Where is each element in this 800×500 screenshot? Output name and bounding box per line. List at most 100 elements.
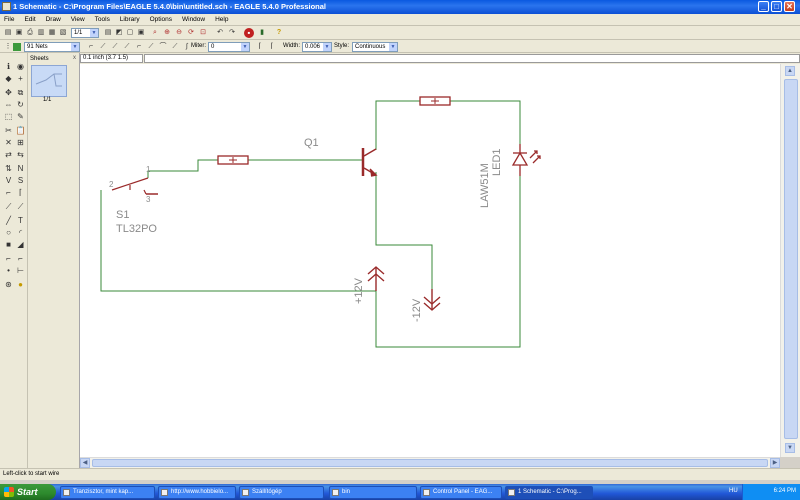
miter-tool-icon[interactable]: ⌈ — [15, 187, 26, 198]
menu-help[interactable]: Help — [211, 14, 232, 23]
menu-view[interactable]: View — [67, 14, 89, 23]
copy-icon[interactable]: ⧉ — [15, 87, 26, 98]
bend-style-5-icon[interactable]: ⟋ — [146, 42, 156, 52]
miter-round-icon[interactable]: ⌈ — [255, 42, 265, 52]
horizontal-scroll-thumb[interactable] — [92, 459, 768, 467]
zoom-out-icon[interactable]: ⊖ — [174, 28, 184, 38]
rotate-icon[interactable]: ↻ — [15, 99, 26, 110]
switch-s1[interactable] — [111, 177, 158, 195]
print-icon[interactable]: ⎙ — [25, 28, 35, 38]
split-icon[interactable]: ⌐ — [3, 187, 14, 198]
scroll-up-icon[interactable]: ▲ — [785, 66, 795, 76]
info-icon[interactable]: ℹ — [3, 61, 14, 72]
sheets-close-icon[interactable]: x — [73, 55, 76, 61]
invoke-icon[interactable]: ⟋ — [3, 201, 14, 212]
wire-icon[interactable]: ╱ — [3, 215, 14, 226]
grid-icon[interactable]: ⋮ — [3, 42, 13, 52]
task-item[interactable]: http://www.hobbielo... — [158, 486, 236, 499]
start-button[interactable]: Start — [0, 484, 56, 500]
stop-icon[interactable]: ■ — [244, 28, 254, 38]
erc-check-icon[interactable]: ⊛ — [3, 279, 14, 290]
paste-icon[interactable]: 📋 — [15, 125, 26, 136]
script-icon[interactable]: ▧ — [58, 28, 68, 38]
miter-straight-icon[interactable]: ⌈ — [267, 42, 277, 52]
text-icon[interactable]: T — [15, 215, 26, 226]
schematic-canvas[interactable]: Q1 S1 TL32PO 1 2 3 LED1 LAW51M +12V -12V — [80, 64, 780, 457]
move-icon[interactable]: ✥ — [3, 87, 14, 98]
minimize-button[interactable]: _ — [758, 1, 769, 12]
language-indicator[interactable]: HU — [729, 488, 738, 494]
optimize-icon[interactable]: ⟋ — [15, 201, 26, 212]
zoom-fit-icon[interactable]: ⌕ — [150, 28, 160, 38]
task-item[interactable]: Szállítógép — [239, 486, 324, 499]
mirror-icon[interactable]: ⇔ — [3, 99, 14, 110]
transistor-q1[interactable] — [361, 148, 378, 177]
task-item[interactable]: Control Panel - EAG... — [420, 486, 502, 499]
redraw-icon[interactable]: ⟳ — [186, 28, 196, 38]
horizontal-scrollbar[interactable]: ◀ ▶ — [80, 457, 780, 468]
menu-tools[interactable]: Tools — [91, 14, 114, 23]
scroll-left-icon[interactable]: ◀ — [80, 458, 90, 468]
bend-style-0-icon[interactable]: ⌐ — [86, 42, 96, 52]
bus-icon[interactable]: ⌐ — [3, 253, 14, 264]
supply-minus12v[interactable] — [423, 289, 441, 311]
errors-icon[interactable]: ● — [15, 279, 26, 290]
vertical-scrollbar[interactable]: ▲ ▼ — [780, 64, 800, 457]
menu-library[interactable]: Library — [116, 14, 144, 23]
menu-edit[interactable]: Edit — [20, 14, 39, 23]
task-item[interactable]: Tranzisztor, mint kap... — [60, 486, 155, 499]
display-icon[interactable]: ◆ — [3, 73, 14, 84]
bend-style-3-icon[interactable]: ⟋ — [122, 42, 132, 52]
sheet-thumbnail[interactable] — [31, 65, 67, 97]
replace-icon[interactable]: ⇅ — [3, 163, 14, 174]
pinswap-icon[interactable]: ⇄ — [3, 149, 14, 160]
scroll-right-icon[interactable]: ▶ — [770, 458, 780, 468]
board-icon[interactable]: ▦ — [47, 28, 57, 38]
delete-icon[interactable]: ✕ — [3, 137, 14, 148]
gateswap-icon[interactable]: ⇆ — [15, 149, 26, 160]
name-icon[interactable]: N — [15, 163, 26, 174]
bend-style-4-icon[interactable]: ⌐ — [134, 42, 144, 52]
save-icon[interactable]: ▣ — [14, 28, 24, 38]
show-icon[interactable]: ◉ — [15, 61, 26, 72]
ulp-icon[interactable]: ▢ — [125, 28, 135, 38]
sheet-select[interactable]: 1/1 ▼ — [71, 28, 99, 38]
bend-style-2-icon[interactable]: ⟋ — [110, 42, 120, 52]
menu-file[interactable]: File — [0, 14, 18, 23]
group-icon[interactable]: ⬚ — [3, 111, 14, 122]
arc-icon[interactable]: ◜ — [15, 227, 26, 238]
label-icon[interactable]: ⊢ — [15, 265, 26, 276]
erc-icon[interactable]: ◩ — [114, 28, 124, 38]
zoom-in-icon[interactable]: ⊕ — [162, 28, 172, 38]
cut-icon[interactable]: ✂ — [3, 125, 14, 136]
task-item-active[interactable]: 1 Schematic - C:\Prog... — [505, 486, 593, 499]
circle-icon[interactable]: ○ — [3, 227, 14, 238]
menu-options[interactable]: Options — [146, 14, 176, 23]
task-item[interactable]: bin — [329, 486, 417, 499]
supply-plus12v[interactable] — [365, 266, 385, 292]
open-icon[interactable]: ▤ — [3, 28, 13, 38]
menu-window[interactable]: Window — [178, 14, 209, 23]
value-icon[interactable]: V — [3, 175, 14, 186]
layer-select[interactable]: 91 Nets ▼ — [24, 42, 80, 52]
undo-icon[interactable]: ↶ — [215, 28, 225, 38]
scroll-down-icon[interactable]: ▼ — [785, 443, 795, 453]
resistor-base[interactable] — [217, 155, 249, 165]
maximize-button[interactable]: □ — [771, 1, 782, 12]
close-button[interactable]: ✕ — [784, 1, 795, 12]
net-icon[interactable]: ⌐ — [15, 253, 26, 264]
add-icon[interactable]: ⊞ — [15, 137, 26, 148]
help-icon[interactable]: ? — [274, 28, 284, 38]
mark-icon[interactable]: + — [15, 73, 26, 84]
script-run-icon[interactable]: ▣ — [136, 28, 146, 38]
width-select[interactable]: 0.006 ▼ — [302, 42, 332, 52]
polygon-icon[interactable]: ◢ — [15, 239, 26, 250]
miter-select[interactable]: 0 ▼ — [208, 42, 250, 52]
smash-icon[interactable]: S — [15, 175, 26, 186]
zoom-select-icon[interactable]: ⊡ — [198, 28, 208, 38]
cam-icon[interactable]: ▥ — [36, 28, 46, 38]
bend-style-6-icon[interactable]: ⌒ — [158, 42, 168, 52]
rect-icon[interactable]: ■ — [3, 239, 14, 250]
style-select[interactable]: Continuous ▼ — [352, 42, 398, 52]
vertical-scroll-thumb[interactable] — [784, 79, 798, 439]
